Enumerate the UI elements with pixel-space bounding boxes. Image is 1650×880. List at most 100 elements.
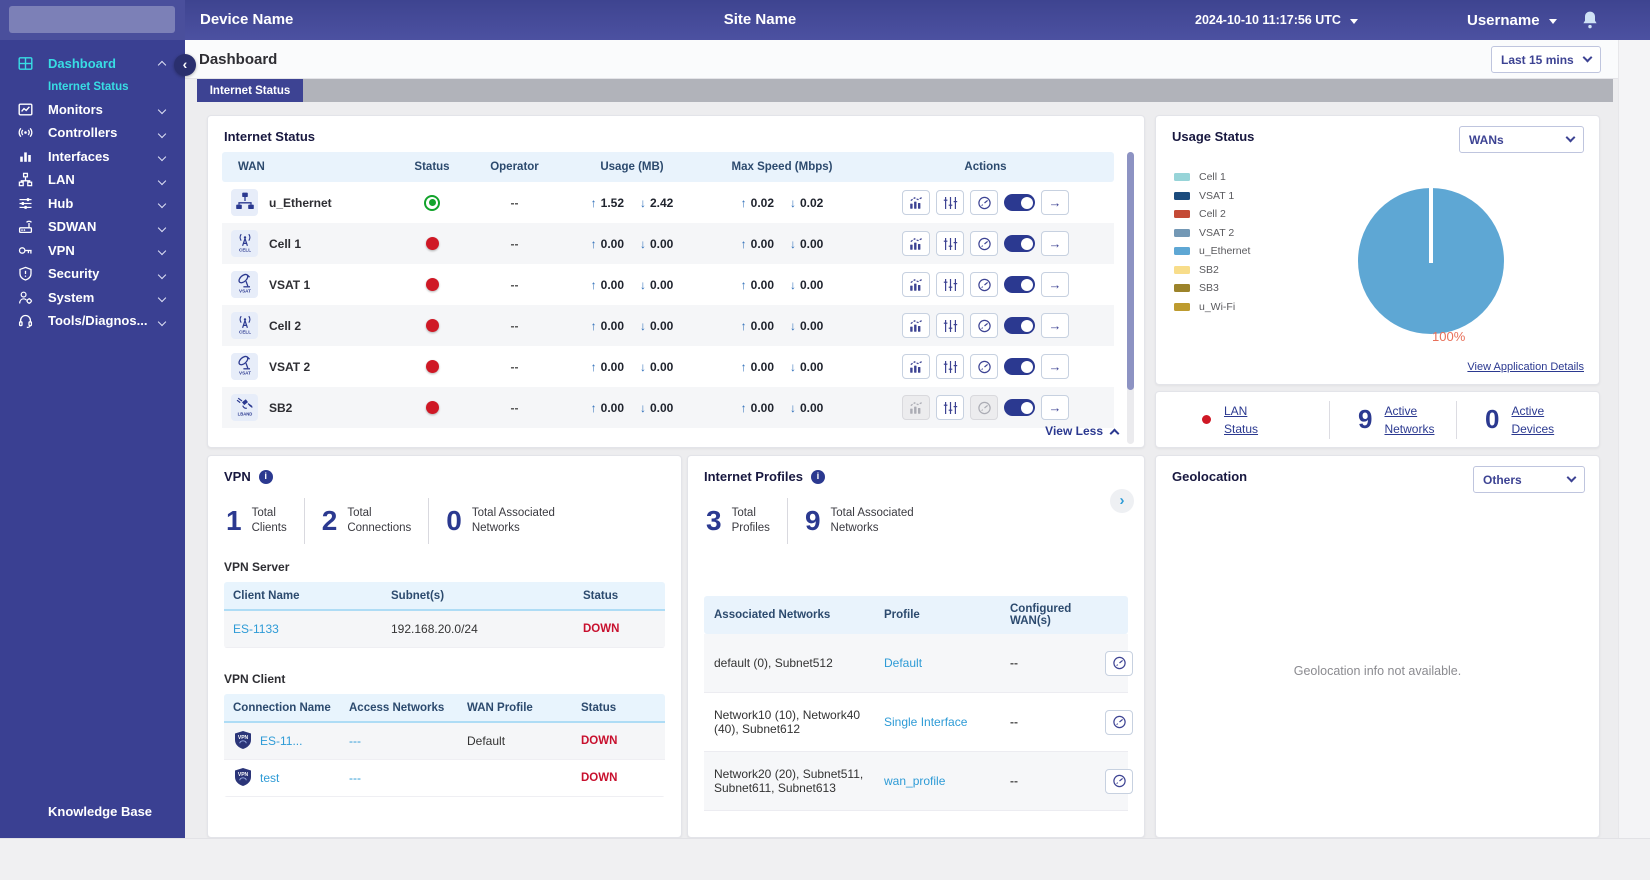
wan-details-arrow-button[interactable]: →: [1041, 231, 1069, 256]
notifications-bell-icon[interactable]: [1582, 10, 1598, 32]
speed-test-gauge-button[interactable]: [1105, 768, 1133, 794]
info-icon[interactable]: i: [810, 469, 825, 484]
knowledge-base-link[interactable]: Knowledge Base: [0, 798, 152, 824]
usage-chart-button[interactable]: [902, 272, 930, 297]
info-icon[interactable]: i: [258, 469, 273, 484]
chevron-icon: [157, 317, 167, 326]
sidebar-item[interactable]: System: [0, 286, 185, 310]
divider: [786, 498, 788, 544]
time-range-select[interactable]: Last 15 mins: [1491, 46, 1601, 73]
sidebar-collapse-button[interactable]: ‹: [174, 54, 196, 76]
usage-chart-button[interactable]: [902, 313, 930, 338]
max-speed-cell: ↑ 0.00 ↓ 0.00: [740, 236, 824, 251]
svg-text:VPN: VPN: [238, 735, 249, 741]
sidebar-item[interactable]: Security: [0, 262, 185, 286]
vpn-client-name-link[interactable]: ES-1133: [233, 622, 279, 636]
expand-panel-button[interactable]: ›: [1110, 489, 1134, 513]
timestamp-dropdown[interactable]: 2024-10-10 11:17:56 UTC: [1195, 0, 1358, 40]
user-menu[interactable]: Username: [1467, 0, 1557, 40]
wan-details-arrow-button[interactable]: →: [1041, 395, 1069, 420]
speed-test-gauge-button[interactable]: [970, 190, 998, 215]
view-less-link[interactable]: View Less: [1045, 424, 1120, 438]
connection-name-link[interactable]: ES-11...: [260, 734, 302, 748]
profile-link[interactable]: wan_profile: [884, 774, 945, 788]
wan-enable-toggle[interactable]: [1004, 276, 1035, 293]
scrollbar-gutter[interactable]: [1618, 40, 1650, 838]
wan-enable-toggle[interactable]: [1004, 235, 1035, 252]
sidebar-item[interactable]: SDWAN: [0, 215, 185, 239]
speed-test-gauge-button[interactable]: [970, 231, 998, 256]
wan-enable-toggle[interactable]: [1004, 399, 1035, 416]
table-scrollbar[interactable]: [1127, 152, 1134, 444]
configure-sliders-button[interactable]: [936, 395, 964, 420]
stat-item: 1 Total Clients: [226, 498, 322, 544]
stat-label: Total Connections: [347, 507, 412, 534]
configure-sliders-button[interactable]: [936, 231, 964, 256]
stat-link[interactable]: Active Devices: [1511, 402, 1554, 438]
table-row: ES-1133 192.168.20.0/24 DOWN: [224, 611, 665, 648]
stat-link[interactable]: Active Networks: [1384, 402, 1434, 438]
chevron-icon: [157, 153, 167, 162]
speed-test-gauge-button[interactable]: [1105, 650, 1133, 676]
profile-link[interactable]: Default: [884, 656, 922, 670]
sidebar-item-label: Security: [48, 266, 100, 282]
wan-details-arrow-button[interactable]: →: [1041, 190, 1069, 215]
sidebar-item[interactable]: VPN: [0, 239, 185, 263]
download-arrow-icon: ↓: [790, 236, 796, 251]
lan-status-group: LAN Status: [1172, 402, 1329, 438]
top-bar: Device Name Site Name 2024-10-10 11:17:5…: [0, 0, 1650, 40]
geolocation-filter-select[interactable]: Others: [1473, 466, 1585, 493]
configure-sliders-button[interactable]: [936, 354, 964, 379]
wan-details-arrow-button[interactable]: →: [1041, 354, 1069, 379]
usage-chart-button[interactable]: [902, 231, 930, 256]
usage-chart-button[interactable]: [902, 354, 930, 379]
table-row: VPN ES-11... --- Default DOWN: [224, 723, 665, 760]
bottom-scrollbar-area[interactable]: [0, 838, 1650, 880]
chevron-down-icon: [1565, 132, 1576, 143]
connection-name-link[interactable]: test: [260, 771, 279, 785]
legend-swatch: [1174, 173, 1190, 182]
profile-link[interactable]: Single Interface: [884, 715, 967, 729]
scrollbar-thumb[interactable]: [1127, 152, 1134, 390]
lan-status-link[interactable]: LAN Status: [1224, 402, 1258, 438]
wan-name: VSAT 2: [269, 359, 311, 374]
sidebar-item[interactable]: Hub: [0, 192, 185, 216]
download-arrow-icon: ↓: [640, 195, 646, 210]
sidebar-item[interactable]: Monitors: [0, 98, 185, 122]
sidebar-item[interactable]: Internet Status: [0, 76, 185, 98]
legend-swatch: [1174, 247, 1190, 256]
speed-test-gauge-button[interactable]: [970, 395, 998, 420]
usage-chart-button[interactable]: [902, 190, 930, 215]
configure-sliders-button[interactable]: [936, 272, 964, 297]
legend-swatch: [1174, 265, 1190, 274]
sidebar-item[interactable]: Controllers: [0, 121, 185, 145]
configure-sliders-button[interactable]: [936, 190, 964, 215]
wan-enable-toggle[interactable]: [1004, 317, 1035, 334]
wans-filter-select[interactable]: WANs: [1459, 126, 1584, 153]
wan-details-arrow-button[interactable]: →: [1041, 313, 1069, 338]
status-cell: [392, 360, 472, 373]
view-application-details-link[interactable]: View Application Details: [1467, 361, 1584, 373]
speed-test-gauge-button[interactable]: [1105, 709, 1133, 735]
sidebar-item[interactable]: Tools/Diagnos...: [0, 309, 185, 333]
configure-sliders-button[interactable]: [936, 313, 964, 338]
wan-details-arrow-button[interactable]: →: [1041, 272, 1069, 297]
wan-enable-toggle[interactable]: [1004, 194, 1035, 211]
tab-internet-status[interactable]: Internet Status: [197, 79, 303, 102]
sidebar-item[interactable]: LAN: [0, 168, 185, 192]
sidebar-item-label: Internet Status: [48, 80, 129, 93]
speed-test-gauge-button[interactable]: [970, 272, 998, 297]
legend-item: Cell 1: [1174, 168, 1250, 187]
speed-test-gauge-button[interactable]: [970, 354, 998, 379]
sidebar-item[interactable]: Dashboard: [0, 52, 185, 76]
table-row: default (0), Subnet512 Default --: [704, 634, 1133, 693]
speed-test-gauge-button[interactable]: [970, 313, 998, 338]
actions-cell: →: [857, 272, 1114, 297]
legend-item: u_Ethernet: [1174, 242, 1250, 261]
legend-item: SB3: [1174, 279, 1250, 298]
stat-label: Total Clients: [251, 507, 287, 534]
wan-enable-toggle[interactable]: [1004, 358, 1035, 375]
usage-chart-button[interactable]: [902, 395, 930, 420]
ethernet-icon: [234, 190, 256, 215]
sidebar-item[interactable]: Interfaces: [0, 145, 185, 169]
